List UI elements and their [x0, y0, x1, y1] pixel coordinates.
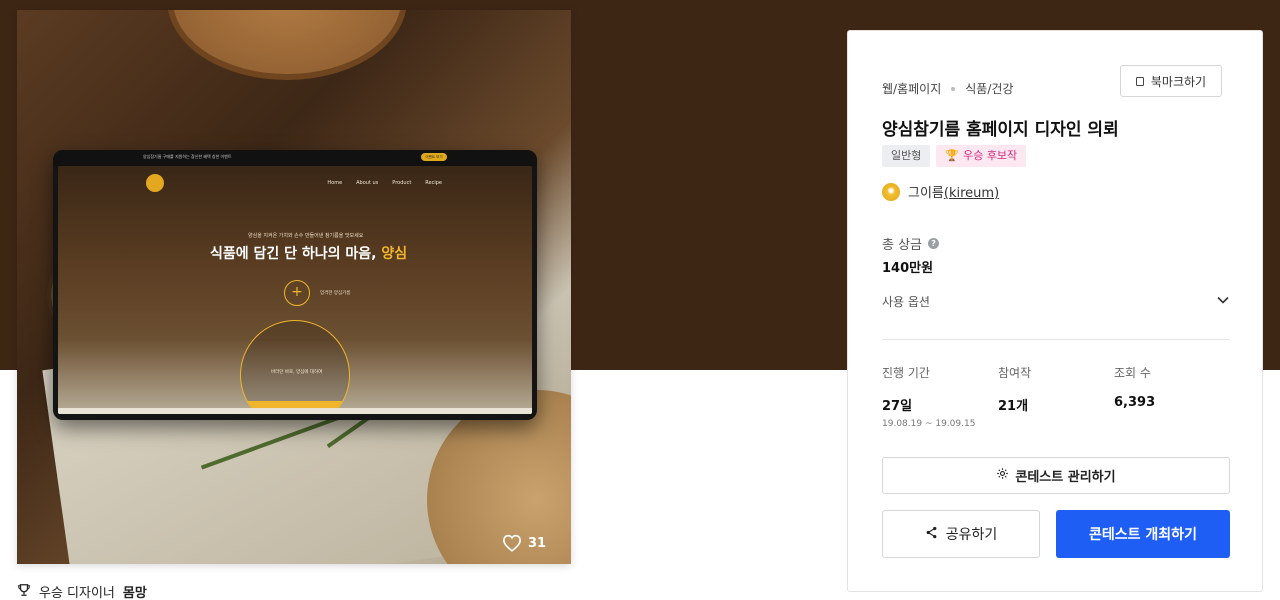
chevron-down-icon [1216, 293, 1230, 310]
bookmark-label: 북마크하기 [1150, 74, 1207, 89]
contest-info-card: 웹/홈페이지 식품/건강 북마크하기 양심참기름 홈페이지 디자인 의뢰 일반형… [847, 30, 1263, 592]
mockup-side-label: 엄격한 양심기름 [320, 291, 351, 296]
mockup-drop-graphic: 바라던 바로, 양심에 대하여 [240, 320, 350, 414]
prize-value: 140만원 [882, 261, 934, 276]
mockup-headline-text: 식품에 담긴 단 하나의 마음, [210, 246, 382, 262]
contest-stats: 진행 기간 27일 19.08.19 ~ 19.09.15 참여작 21개 조회… [882, 364, 1230, 429]
mockup-topbar: 양심참기름 구매를 지원하는 참신한 혜택 칭찬 이벤트 이벤트 보기 [53, 150, 537, 166]
stat-entries: 참여작 21개 [998, 364, 1114, 429]
manage-contest-button[interactable]: 콘테스트 관리하기 [882, 457, 1230, 494]
mockup-nav-item: Product [392, 180, 412, 186]
designer-profile[interactable]: ✺ 그이름(kireum) [882, 182, 999, 201]
prize-label: 총 상금 ? [882, 234, 940, 253]
mockup-headline-accent: 양심 [381, 246, 408, 262]
prize-label-text: 총 상금 [882, 238, 923, 253]
tag-list: 일반형 🏆 우승 후보작 [882, 145, 1027, 167]
gear-icon [996, 467, 1009, 484]
help-icon[interactable]: ? [928, 238, 940, 249]
options-label: 사용 옵션 [882, 295, 930, 309]
mockup-notice: 양심참기름 구매를 지원하는 참신한 혜택 칭찬 이벤트 [143, 154, 232, 159]
stat-label: 진행 기간 [882, 366, 930, 380]
like-count: 31 [528, 535, 547, 551]
stat-duration: 진행 기간 27일 19.08.19 ~ 19.09.15 [882, 364, 998, 429]
hero-image[interactable]: 양심참기름 구매를 지원하는 참신한 혜택 칭찬 이벤트 이벤트 보기 Home… [17, 10, 571, 564]
manage-label: 콘테스트 관리하기 [1015, 470, 1116, 485]
designer-handle[interactable]: (kireum) [944, 186, 999, 201]
tag-award-label: 우승 후보작 [963, 149, 1018, 162]
stat-label: 조회 수 [1114, 366, 1151, 380]
mockup-logo [146, 174, 164, 192]
mockup-nav-item: Recipe [425, 180, 442, 186]
winner-label: 우승 디자이너 [39, 586, 115, 600]
wooden-board-decor [167, 10, 407, 80]
mockup-small-copy: 양심을 지켜온 가치와 손수 만들어낸 참기름을 맛보세요 [248, 233, 364, 239]
plus-icon: + [284, 280, 310, 306]
trophy-icon [17, 583, 31, 600]
divider [882, 339, 1230, 340]
mockup-nav-item: Home [327, 180, 343, 186]
share-button[interactable]: 공유하기 [882, 510, 1040, 558]
stat-value: 27일 [882, 399, 913, 414]
heart-icon [502, 534, 522, 552]
like-button[interactable]: 31 [502, 534, 546, 552]
mockup-headline: 식품에 담긴 단 하나의 마음, 양심 [210, 243, 407, 263]
host-contest-button[interactable]: 콘테스트 개최하기 [1056, 510, 1230, 558]
options-toggle[interactable]: 사용 옵션 [882, 293, 1230, 311]
laptop-mockup: 양심참기름 구매를 지원하는 참신한 혜택 칭찬 이벤트 이벤트 보기 Home… [53, 150, 537, 420]
category-web[interactable]: 웹/홈페이지 [882, 80, 941, 97]
stat-sub: 19.08.19 ~ 19.09.15 [882, 419, 976, 429]
stat-value: 6,393 [1114, 395, 1156, 410]
breadcrumb: 웹/홈페이지 식품/건강 [882, 80, 1013, 97]
avatar: ✺ [882, 182, 900, 201]
bookmark-button[interactable]: 북마크하기 [1120, 65, 1222, 97]
mockup-drop-text: 바라던 바로, 양심에 대하여 [271, 370, 323, 375]
separator-dot [951, 86, 956, 91]
category-food[interactable]: 식품/건강 [965, 80, 1013, 97]
stat-views: 조회 수 6,393 [1114, 364, 1230, 429]
contest-title: 양심참기름 홈페이지 디자인 의뢰 [882, 120, 1119, 140]
share-icon [925, 526, 938, 543]
tag-award: 🏆 우승 후보작 [936, 145, 1027, 167]
mockup-bottom-bar [58, 408, 532, 414]
stat-label: 참여작 [998, 366, 1032, 380]
share-label: 공유하기 [945, 527, 998, 543]
bookmark-icon [1135, 76, 1144, 86]
mockup-nav: Home About us Product Recipe [327, 180, 442, 186]
mockup-pill: 이벤트 보기 [421, 153, 447, 161]
trophy-icon: 🏆 [945, 149, 960, 162]
tag-general: 일반형 [882, 145, 931, 167]
winner-designer: 우승 디자이너 몸망 [17, 582, 147, 600]
designer-name: 그이름(kireum) [908, 186, 1000, 201]
mockup-nav-item: About us [356, 180, 379, 186]
mockup-screen: Home About us Product Recipe 양심을 지켜온 가치와… [58, 166, 532, 414]
winner-name[interactable]: 몸망 [123, 582, 147, 600]
stat-value: 21개 [998, 399, 1029, 414]
